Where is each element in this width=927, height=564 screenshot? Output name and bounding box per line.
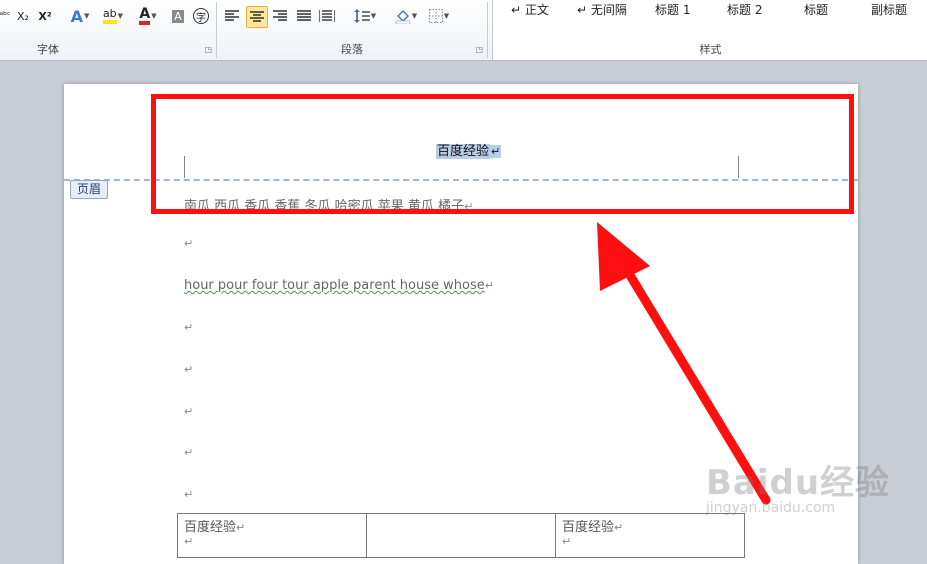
arrow-head: [597, 222, 650, 291]
baidu-watermark-logo: Baidu经验: [706, 463, 891, 503]
baidu-watermark: Baidu经验 jingyan.baidu.com: [706, 455, 916, 535]
